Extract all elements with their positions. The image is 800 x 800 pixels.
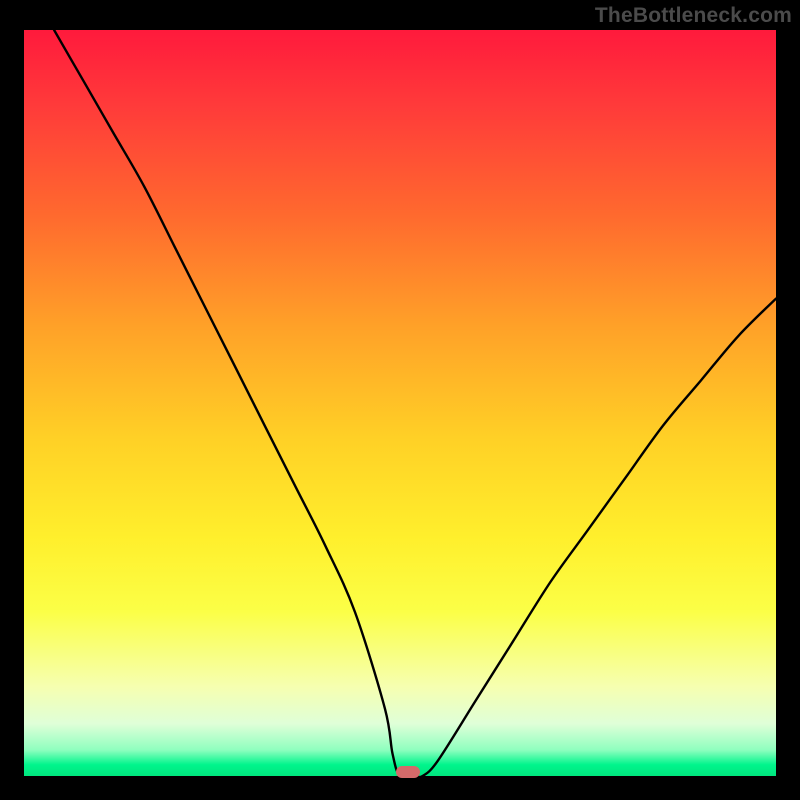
optimal-marker [396,766,420,778]
plot-area [24,30,776,776]
curve-path [54,30,776,776]
chart-container: TheBottleneck.com [0,0,800,800]
bottleneck-curve [24,30,776,776]
watermark-text: TheBottleneck.com [595,4,792,28]
